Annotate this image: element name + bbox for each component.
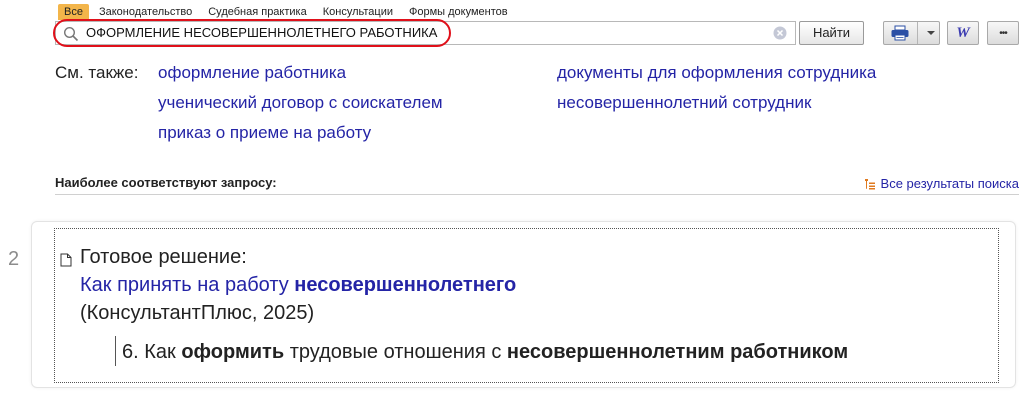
result-title-highlight: несовершеннолетнего [294,274,517,296]
find-button[interactable]: Найти [799,21,864,45]
result-type: Готовое решение: [80,246,247,268]
result-snippet[interactable]: 6. Как оформить трудовые отношения с нес… [122,341,848,364]
tab-document-forms[interactable]: Формы документов [403,4,514,20]
tab-consultations[interactable]: Консультации [317,4,399,20]
word-icon: W [956,24,970,41]
all-results-label: Все результаты поиска [880,176,1019,191]
search-input[interactable] [86,24,766,42]
more-icon: ••• [999,27,1007,39]
search-box[interactable] [55,21,796,45]
result-title-text: Как принять на работу [80,274,289,296]
chevron-down-icon[interactable] [924,28,938,38]
see-also-link[interactable]: приказ о приеме на работу [158,123,371,143]
search-tabs: Все Законодательство Судебная практика К… [58,4,514,20]
tab-court-practice[interactable]: Судебная практика [202,4,312,20]
best-match-heading: Наиболее соответствуют запросу: [55,175,277,190]
snippet-text: трудовые отношения с [289,341,502,363]
export-word-button[interactable]: W [947,21,979,45]
see-also-link[interactable]: несовершеннолетний сотрудник [557,93,811,113]
see-also-link[interactable]: документы для оформления сотрудника [557,63,876,83]
see-also-link[interactable]: оформление работника [158,63,346,83]
snippet-highlight: несовершеннолетним работником [506,341,849,363]
tree-list-icon [864,178,875,189]
all-results-link[interactable]: Все результаты поиска [864,176,1019,191]
tab-legislation[interactable]: Законодательство [93,4,198,20]
clear-icon[interactable] [773,26,787,40]
print-button[interactable] [883,21,940,45]
snippet-marker [115,336,116,366]
snippet-highlight: оформить [181,341,285,363]
printer-icon [891,25,909,41]
header-divider [55,194,1019,195]
print-button-separator [917,22,918,44]
more-button[interactable]: ••• [987,21,1019,45]
tab-all[interactable]: Все [58,4,89,20]
see-also-link[interactable]: ученический договор с соискателем [158,93,443,113]
search-icon [63,26,79,42]
document-icon [60,253,72,267]
result-number: 2 [8,248,20,270]
see-also-label: См. также: [55,63,139,82]
result-source: (КонсультантПлюс, 2025) [80,302,315,324]
page: Все Законодательство Судебная практика К… [0,0,1024,395]
result-title-link[interactable]: Как принять на работу несовершеннолетнег… [80,274,516,297]
snippet-text: 6. Как [122,341,176,363]
